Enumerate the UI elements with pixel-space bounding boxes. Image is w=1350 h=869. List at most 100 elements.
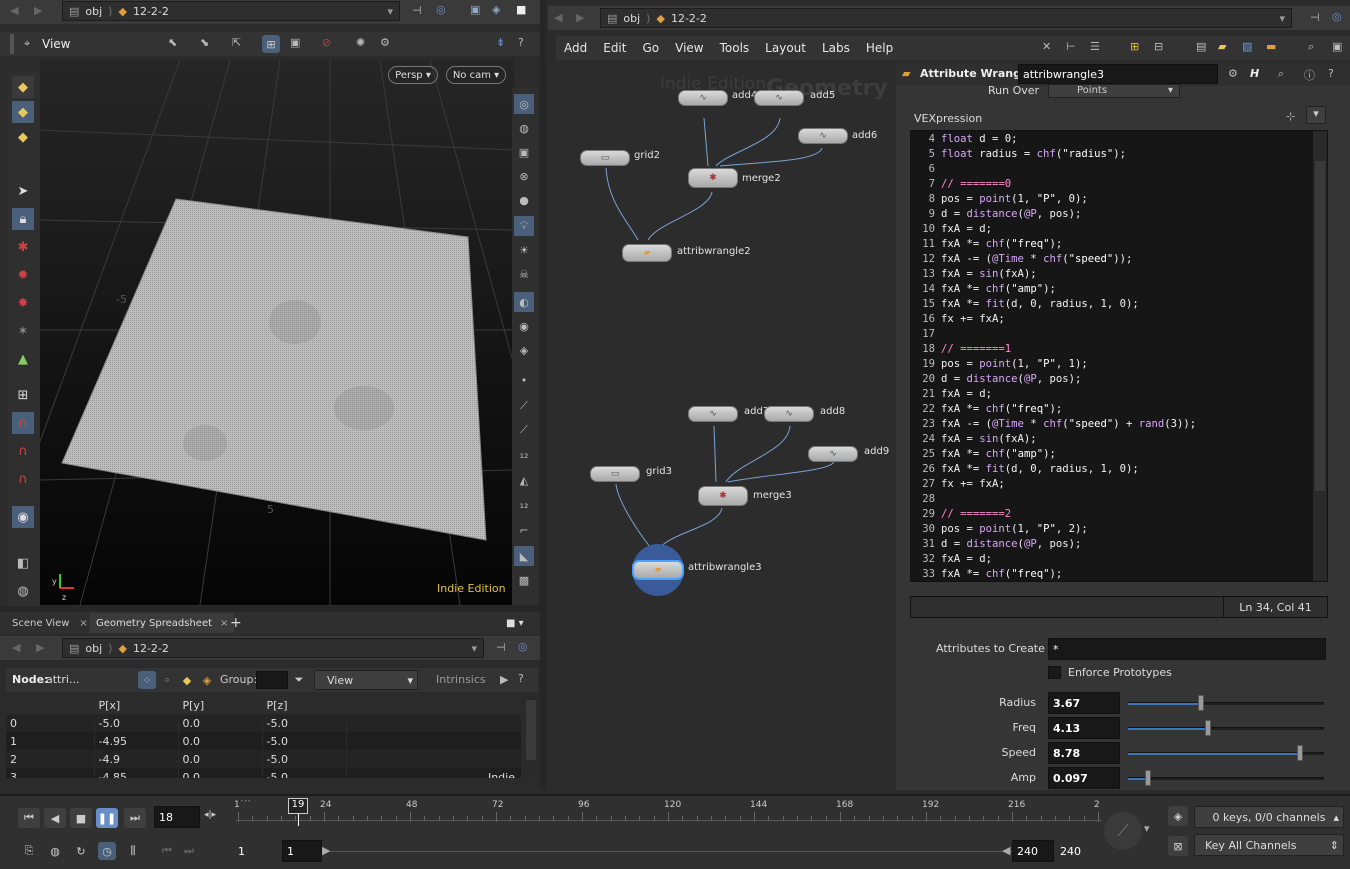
grid-small-icon[interactable]: ⊟ [1154,40,1163,53]
audio-icon[interactable]: ◍ [46,842,64,860]
sculpt-tool-icon[interactable]: ✹ [12,264,34,286]
gear-icon[interactable]: ✺ [356,36,365,49]
channel-icon[interactable]: ⊠ [1168,836,1188,856]
path-node[interactable]: 12-2-2 [133,642,169,655]
skull-icon[interactable]: ☠ [514,264,534,284]
ghost-icon[interactable]: ◍ [514,118,534,138]
forward-arrow-icon[interactable]: ▶ [34,4,42,17]
node-attribwrangle2[interactable]: ▰ [622,244,672,262]
gear-icon[interactable]: ⚙ [1228,67,1238,80]
select-arrow-icon[interactable]: ➤ [12,180,34,202]
shapes-icon[interactable]: ◈ [492,3,500,16]
menu-go[interactable]: Go [634,41,667,55]
magnet-icon[interactable]: ∩ [12,440,34,462]
back-arrow-icon[interactable]: ◀ [554,11,562,24]
range-start-icon[interactable]: ⏮ [158,842,176,860]
slider-value-radius[interactable]: 3.67 [1048,692,1120,714]
menu-labs[interactable]: Labs [814,41,858,55]
magnet-active-icon[interactable]: ∩ [12,412,34,434]
loop-icon[interactable]: ↻ [72,842,90,860]
slider-knob[interactable] [1297,745,1304,761]
node-add5[interactable]: ∿ [754,90,804,106]
lock-tool-icon[interactable]: 🔒︎ [12,208,34,230]
play-reverse-icon[interactable]: ◀ [44,808,66,828]
vertices-icon[interactable]: ◦ [158,671,176,689]
forward-arrow-icon[interactable]: ▶ [576,11,584,24]
slider-knob[interactable] [1205,720,1212,736]
range-end-icon[interactable]: ⏭ [180,842,198,860]
tab-scene-view[interactable]: Scene View × [6,613,94,633]
scatter-tool-icon[interactable]: ✶ [12,320,34,342]
realtime-icon[interactable]: ⎘ [20,842,38,860]
menu-tools[interactable]: Tools [712,41,758,55]
node-grid2[interactable]: ▭ [580,150,630,166]
table-row[interactable]: 1 -4.95 0.0 -5.0 [6,732,522,750]
help-icon[interactable]: ? [1328,67,1334,80]
back-arrow-icon[interactable]: ◀ [12,641,20,654]
key-channels-dropdown[interactable]: Key All Channels ⇕ [1194,834,1344,856]
menu-add[interactable]: Add [556,41,595,55]
chevron-down-icon[interactable]: ▾ [387,5,393,18]
display-eye-icon[interactable]: ◈ [514,340,534,360]
scroll-thumb[interactable] [1315,161,1325,491]
add-tab-icon[interactable]: + [224,613,248,633]
table-row[interactable]: 3 -4.85 0.0 -5.0 Indie [6,768,522,778]
menu-view[interactable]: View [667,41,711,55]
search-icon[interactable]: ⌕ [1308,40,1314,54]
column-header[interactable]: P[y] [178,696,263,714]
view-dropdown[interactable]: View ▾ [314,670,418,690]
sticky-note-icon[interactable]: ▰ [1218,40,1226,53]
path-root[interactable]: obj [85,642,102,655]
table-scrollbar[interactable] [524,696,538,778]
point-numbers-icon[interactable]: ₁₂ [514,444,534,464]
sphere-icon[interactable]: ● [514,190,534,210]
keyframe-icon[interactable]: ◈ [1168,806,1188,826]
node-add4[interactable]: ∿ [678,90,728,106]
handle-tool-icon[interactable]: ◆ [12,76,34,98]
path-root[interactable]: obj [85,5,102,18]
network-editor[interactable]: Indie Edition Geometry ∿ add4 ∿ add5 ∿ a… [548,62,894,790]
node-add7[interactable]: ∿ [688,406,738,422]
menu-edit[interactable]: Edit [595,41,634,55]
menu-layout[interactable]: Layout [757,41,814,55]
pane-menu-icon[interactable]: ■ ▾ [500,613,530,633]
camera-menu[interactable]: No cam ▾ [446,66,506,84]
node-grid3[interactable]: ▭ [590,466,640,482]
magnet-edge-icon[interactable]: ∩ [12,468,34,490]
path-root[interactable]: obj [623,12,640,25]
intrinsics-label[interactable]: Intrinsics [436,673,486,686]
close-icon[interactable]: × [79,618,87,629]
attributes-field[interactable]: * [1048,638,1326,660]
horizontal-splitter[interactable] [0,606,540,611]
chevron-down-icon[interactable]: ▾ [1279,12,1285,25]
node-name-field[interactable]: attribwrangle3 [1018,64,1218,84]
grid-view-icon[interactable]: ⊞ [1130,40,1139,53]
range-handle-right[interactable]: ◀ [1002,844,1010,857]
key-wand-icon[interactable]: ⟋ [1104,812,1142,850]
layout-icon[interactable]: ⇟ [496,36,505,49]
keys-status[interactable]: 0 keys, 0/0 channels ▴ [1194,806,1344,828]
normal-icon[interactable]: ⟋ [514,420,534,440]
jump-start-icon[interactable]: ⏮ [18,808,40,828]
path-node[interactable]: 12-2-2 [671,12,707,25]
range-start-field[interactable]: 1 [234,840,278,862]
slider-track-radius[interactable] [1128,695,1324,711]
shading-icon[interactable]: ◐ [514,292,534,312]
tab-geometry-spreadsheet[interactable]: Geometry Spreadsheet × [90,613,235,633]
pin-icon[interactable]: ⊣ [1310,11,1320,24]
jump-end-icon[interactable]: ⏭ [124,808,146,828]
display-wire-icon[interactable]: ◎ [514,94,534,114]
table-row[interactable]: 2 -4.9 0.0 -5.0 [6,750,522,768]
help-icon[interactable]: ? [518,36,524,49]
expand-arrow-icon[interactable]: ▶ [500,673,508,686]
scroll-thumb[interactable] [526,700,536,760]
pause-icon[interactable]: ❚❚ [96,808,118,828]
light-tool-icon[interactable]: ◍ [12,580,34,602]
slider-track-freq[interactable] [1128,720,1324,736]
image-icon[interactable]: ▨ [1242,40,1252,53]
forward-arrow-icon[interactable]: ▶ [36,641,44,654]
range-slider[interactable] [322,851,1012,852]
tree-icon[interactable]: ⊢ [1066,40,1076,53]
chevron-down-icon[interactable]: ▾ [471,642,477,655]
edge-icon[interactable]: ⟋ [514,396,534,416]
